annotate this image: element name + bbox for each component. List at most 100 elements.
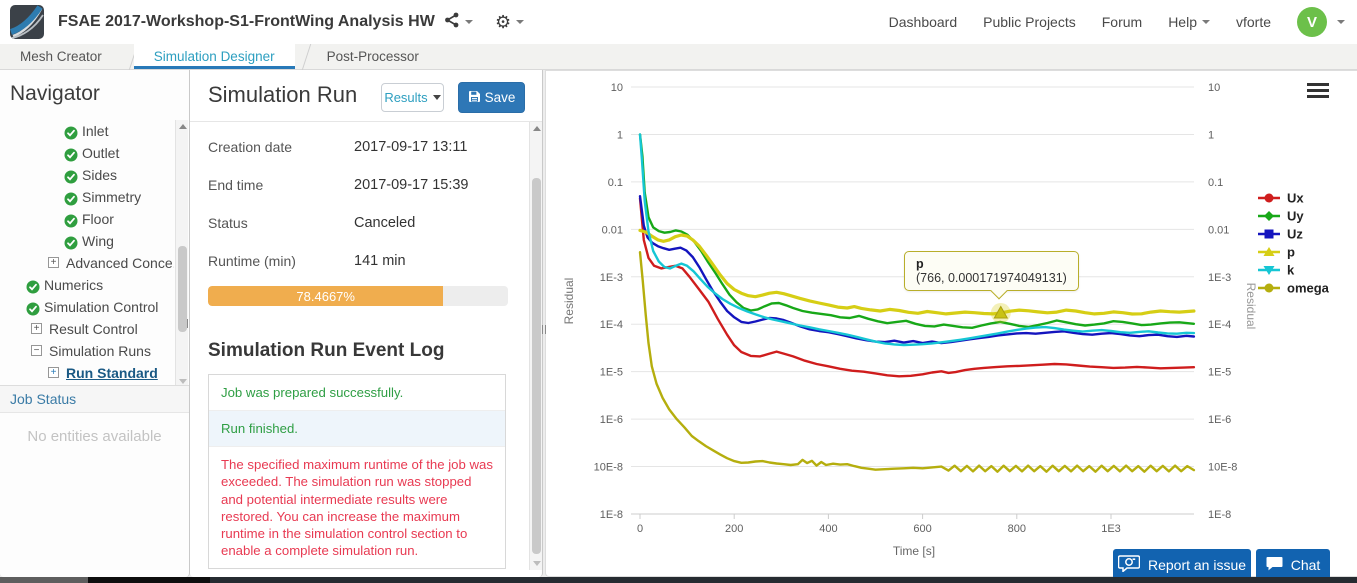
- expand-plus-icon[interactable]: +: [48, 367, 59, 378]
- legend-item-p[interactable]: p: [1258, 245, 1295, 260]
- svg-text:1E-6: 1E-6: [1208, 414, 1231, 426]
- chevron-down-icon: [1201, 20, 1210, 24]
- save-button[interactable]: Save: [458, 82, 525, 113]
- tree-item-numerics[interactable]: Numerics: [0, 274, 174, 296]
- scrollbar-thumb[interactable]: [532, 178, 541, 554]
- nav-dashboard[interactable]: Dashboard: [889, 14, 958, 30]
- svg-text:Uz: Uz: [1287, 227, 1303, 242]
- nav-public-projects[interactable]: Public Projects: [983, 14, 1076, 30]
- gear-icon: ⚙: [495, 12, 512, 32]
- svg-text:Residual: Residual: [1244, 283, 1258, 330]
- tree-item-simmetry[interactable]: Simmetry: [0, 186, 174, 208]
- tooltip-value: (766, 0.000171974049131): [916, 271, 1067, 285]
- residuals-chart-svg[interactable]: 10 10 1 1 0.1 0.1 0.01 0.01 1E-3 1E-3 1E-4 1E-4 1E-5…: [546, 71, 1356, 576]
- legend-item-Uz[interactable]: Uz: [1258, 227, 1303, 242]
- legend-item-k[interactable]: k: [1258, 263, 1295, 278]
- settings-button[interactable]: ⚙: [495, 9, 525, 35]
- header-nav: Dashboard Public Projects Forum Help vfo…: [889, 0, 1345, 44]
- tab-bar: Mesh Creator Simulation Designer Post-Pr…: [0, 44, 1357, 70]
- navigator-panel: Navigator Inlet Outlet Sides Simmetry Floor W…: [0, 70, 190, 577]
- svg-text:1E-5: 1E-5: [600, 367, 623, 379]
- run-panel-scrollbar[interactable]: [529, 122, 542, 570]
- svg-text:800: 800: [1008, 523, 1026, 535]
- scroll-up-icon[interactable]: [533, 126, 541, 131]
- tab-mesh-creator[interactable]: Mesh Creator: [0, 44, 122, 69]
- svg-text:1E-8: 1E-8: [1208, 509, 1231, 521]
- chevron-down-icon: [516, 20, 525, 24]
- tree-item-run-standard[interactable]: + Run Standard: [0, 362, 174, 384]
- chat-bubble-icon: [1266, 556, 1283, 574]
- nav-help[interactable]: Help: [1168, 14, 1210, 30]
- scroll-up-icon[interactable]: [179, 124, 187, 129]
- results-dropdown-button[interactable]: Results: [381, 83, 444, 112]
- tree-item-advanced-conce[interactable]: + Advanced Conce...: [0, 252, 174, 274]
- svg-text:0.1: 0.1: [608, 177, 623, 189]
- tab-post-processor[interactable]: Post-Processor: [307, 44, 439, 69]
- progress-fill: 78.4667%: [208, 286, 444, 306]
- caret-down-icon: [432, 95, 441, 100]
- navigator-title: Navigator: [10, 82, 100, 105]
- tree-item-floor[interactable]: Floor: [0, 208, 174, 230]
- panel-resize-handle[interactable]: [542, 325, 546, 334]
- app-logo-icon[interactable]: [9, 5, 44, 39]
- svg-text:1E-4: 1E-4: [1208, 319, 1231, 331]
- run-fields: Creation date 2017-09-17 13:11 End time 201…: [190, 128, 542, 280]
- legend-item-Ux[interactable]: Ux: [1258, 191, 1304, 206]
- event-log-title: Simulation Run Event Log: [208, 340, 445, 361]
- chat-button[interactable]: Chat: [1256, 549, 1330, 580]
- svg-text:k: k: [1287, 263, 1295, 278]
- svg-text:10: 10: [611, 82, 623, 94]
- svg-text:10E-8: 10E-8: [594, 462, 623, 474]
- share-button[interactable]: [444, 9, 473, 35]
- progress-bar: 78.4667%: [208, 286, 508, 306]
- tree-item-label: Outlet: [82, 145, 120, 161]
- field-row: Creation date 2017-09-17 13:11: [190, 128, 542, 166]
- tree-item-outlet[interactable]: Outlet: [0, 142, 174, 164]
- nav-forum[interactable]: Forum: [1102, 14, 1142, 30]
- tree-item-simulation-control[interactable]: Simulation Control: [0, 296, 174, 318]
- expand-plus-icon[interactable]: +: [48, 257, 59, 268]
- navigator-tree: Inlet Outlet Sides Simmetry Floor Wing + Advanc…: [0, 120, 174, 386]
- expand-plus-icon[interactable]: +: [31, 323, 42, 334]
- report-issue-button[interactable]: Report an issue: [1113, 549, 1251, 580]
- tree-item-wing[interactable]: Wing: [0, 230, 174, 252]
- tree-item-sides[interactable]: Sides: [0, 164, 174, 186]
- collapse-minus-icon[interactable]: −: [31, 345, 42, 356]
- chart-context-menu-button[interactable]: [1307, 83, 1329, 100]
- tree-item-inlet[interactable]: Inlet: [0, 120, 174, 142]
- field-label: End time: [208, 177, 264, 193]
- chat-label: Chat: [1290, 556, 1321, 573]
- app-root: FSAE 2017-Workshop-S1-FrontWing Analysis…: [0, 0, 1357, 583]
- event-log-entry: Job was prepared successfully.: [209, 375, 505, 412]
- tree-item-result-control[interactable]: + Result Control: [0, 318, 174, 340]
- svg-text:1E-3: 1E-3: [600, 272, 623, 284]
- tree-item-label: Run Standard: [66, 365, 158, 381]
- legend-item-omega[interactable]: omega: [1258, 281, 1330, 296]
- tree-item-label: Numerics: [44, 277, 104, 293]
- residuals-chart[interactable]: 10 10 1 1 0.1 0.1 0.01 0.01 1E-3 1E-3 1E-4 1E-4 1E-5…: [546, 71, 1357, 581]
- scrollbar-thumb[interactable]: [178, 246, 187, 332]
- tree-item-simulation-runs[interactable]: − Simulation Runs: [0, 340, 174, 362]
- svg-text:1E-8: 1E-8: [600, 509, 623, 521]
- tab-simulation-designer[interactable]: Simulation Designer: [133, 44, 295, 69]
- legend-item-Uy[interactable]: Uy: [1258, 209, 1304, 224]
- svg-text:p: p: [1287, 245, 1295, 260]
- project-title: FSAE 2017-Workshop-S1-FrontWing Analysis…: [58, 13, 435, 30]
- tree-item-label: Sides: [82, 167, 118, 183]
- svg-text:600: 600: [913, 523, 931, 535]
- svg-text:1E-4: 1E-4: [600, 319, 623, 331]
- job-status-header[interactable]: Job Status: [0, 385, 189, 413]
- nav-username[interactable]: vforte: [1236, 14, 1271, 30]
- event-log-entry: Run finished.: [209, 411, 505, 448]
- tree-item-label: Inlet: [82, 123, 109, 139]
- svg-text:1: 1: [1208, 129, 1214, 141]
- svg-text:Ux: Ux: [1287, 191, 1304, 206]
- scroll-down-icon[interactable]: [533, 561, 541, 566]
- page-title: Simulation Run: [208, 82, 358, 107]
- svg-text:400: 400: [819, 523, 837, 535]
- avatar[interactable]: V: [1297, 7, 1327, 37]
- navigator-scrollbar[interactable]: [175, 120, 188, 388]
- scroll-down-icon[interactable]: [179, 379, 187, 384]
- svg-text:10E-8: 10E-8: [1208, 462, 1237, 474]
- field-value: 2017-09-17 15:39: [354, 177, 469, 193]
